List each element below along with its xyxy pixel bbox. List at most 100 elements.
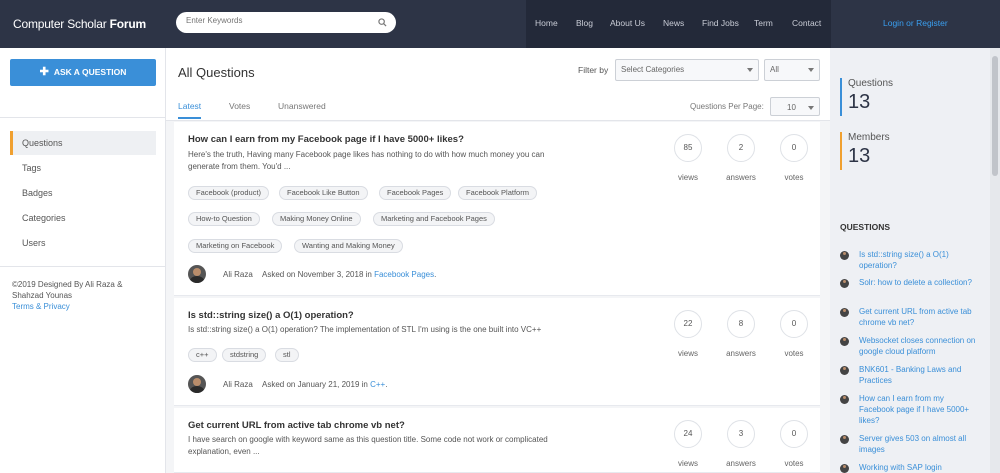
tab-unanswered[interactable]: Unanswered [278,101,326,111]
question-title[interactable]: Get current URL from active tab chrome v… [188,420,405,431]
votes-count: 0 [780,420,808,448]
search-input[interactable] [186,16,366,25]
scrollbar-thumb[interactable] [992,56,998,176]
tag[interactable]: Marketing on Facebook [188,239,283,253]
avatar[interactable] [188,265,206,283]
tag[interactable]: stdstring [222,348,267,362]
questions-header: All Questions Filter by Select Categorie… [166,48,830,121]
main-content: All Questions Filter by Select Categorie… [166,48,830,473]
avatar [840,435,849,444]
author-name[interactable]: Ali Raza [223,380,253,389]
category-link[interactable]: C++ [370,380,385,389]
top-header: Computer Scholar Forum Home Blog About U… [0,0,1000,48]
nav-blog[interactable]: Blog [576,18,593,28]
sidebar-item-categories[interactable]: Categories [10,206,156,230]
asked-date: Asked on November 3, 2018 in Facebook Pa… [262,270,437,279]
sidebar-item-questions[interactable]: Questions [10,131,156,155]
votes-label: votes [784,173,804,182]
nav-term[interactable]: Term [754,18,773,28]
tag[interactable]: Facebook Platform [458,186,537,200]
sidebar-item-tags[interactable]: Tags [10,156,156,180]
scrollbar[interactable] [990,48,1000,473]
ask-question-button[interactable]: ✚ ASK A QUESTION [10,59,156,86]
avatar [840,308,849,317]
tag[interactable]: Wanting and Making Money [294,239,403,253]
question-card: Get current URL from active tab chrome v… [174,408,820,473]
per-page-label: Questions Per Page: [690,102,764,111]
nav-news[interactable]: News [663,18,684,28]
filter-label: Filter by [578,65,609,75]
question-excerpt: Is std::string size() a O(1) operation? … [188,325,542,334]
members-counter: Members 13 [840,132,990,170]
author-name[interactable]: Ali Raza [223,270,253,279]
views-count: 22 [674,310,702,338]
tag[interactable]: Making Money Online [272,212,361,226]
views-label: views [677,349,698,358]
recent-questions-title: QUESTIONS [840,222,891,232]
all-select[interactable]: All [764,59,820,81]
tag[interactable]: Facebook Pages [379,186,452,200]
answers-count: 2 [727,134,755,162]
asked-date: Asked on January 21, 2019 in C++. [262,380,388,389]
question-title[interactable]: Is std::string size() a O(1) operation? [188,310,354,321]
divider [0,266,166,267]
chevron-down-icon [808,68,814,72]
tab-votes[interactable]: Votes [229,101,250,111]
divider [0,117,166,118]
answers-label: answers [726,349,756,358]
views-count: 85 [674,134,702,162]
question-card: How can I earn from my Facebook page if … [174,122,820,296]
tag[interactable]: How-to Question [188,212,260,226]
question-title[interactable]: How can I earn from my Facebook page if … [188,134,464,145]
search-box [176,12,396,33]
answers-count: 3 [727,420,755,448]
avatar[interactable] [188,375,206,393]
answers-label: answers [726,459,756,468]
tag[interactable]: Marketing and Facebook Pages [373,212,495,226]
avatar [840,395,849,404]
tag[interactable]: c++ [188,348,217,362]
category-link[interactable]: Facebook Pages [374,270,434,279]
sidebar-item-badges[interactable]: Badges [10,181,156,205]
views-label: views [677,459,698,468]
search-icon[interactable] [378,18,387,27]
main-nav: Home Blog About Us News Find Jobs Term C… [526,0,831,48]
page-title: All Questions [178,65,255,80]
answers-count: 8 [727,310,755,338]
votes-label: votes [784,459,804,468]
votes-count: 0 [780,134,808,162]
avatar [840,279,849,288]
sidebar-item-users[interactable]: Users [10,231,156,255]
votes-label: votes [784,349,804,358]
avatar [840,366,849,375]
left-sidebar: ✚ ASK A QUESTION Questions Tags Badges Ca… [0,48,166,473]
tag[interactable]: Facebook (product) [188,186,270,200]
plus-icon: ✚ [39,66,49,78]
question-card: Is std::string size() a O(1) operation? … [174,298,820,406]
avatar [840,251,849,260]
category-select[interactable]: Select Categories [615,59,759,81]
views-label: views [677,173,698,182]
answers-label: answers [726,173,756,182]
questions-counter: Questions 13 [840,78,990,116]
nav-about-us[interactable]: About Us [610,18,645,28]
right-sidebar: Questions 13 Members 13 QUESTIONS Is std… [830,48,1000,473]
per-page-select[interactable]: 10 [770,97,820,116]
tag[interactable]: Facebook Like Button [279,186,368,200]
terms-link[interactable]: Terms & Privacy [12,302,70,311]
votes-count: 0 [780,310,808,338]
tag[interactable]: stl [275,348,299,362]
views-count: 24 [674,420,702,448]
tab-latest[interactable]: Latest [178,101,202,119]
question-excerpt: Here's the truth, Having many Facebook p… [188,150,545,171]
chevron-down-icon [747,68,753,72]
nav-contact[interactable]: Contact [792,18,821,28]
login-area: Login or Register [831,0,1000,48]
chevron-down-icon [808,106,814,110]
site-logo[interactable]: Computer Scholar Forum [13,17,146,31]
login-register-link[interactable]: Login or Register [883,18,948,28]
copyright: ©2019 Designed By Ali Raza & Shahzad You… [12,280,123,311]
question-excerpt: I have search on google with keyword sam… [188,435,548,456]
nav-home[interactable]: Home [535,18,558,28]
nav-find-jobs[interactable]: Find Jobs [702,18,739,28]
